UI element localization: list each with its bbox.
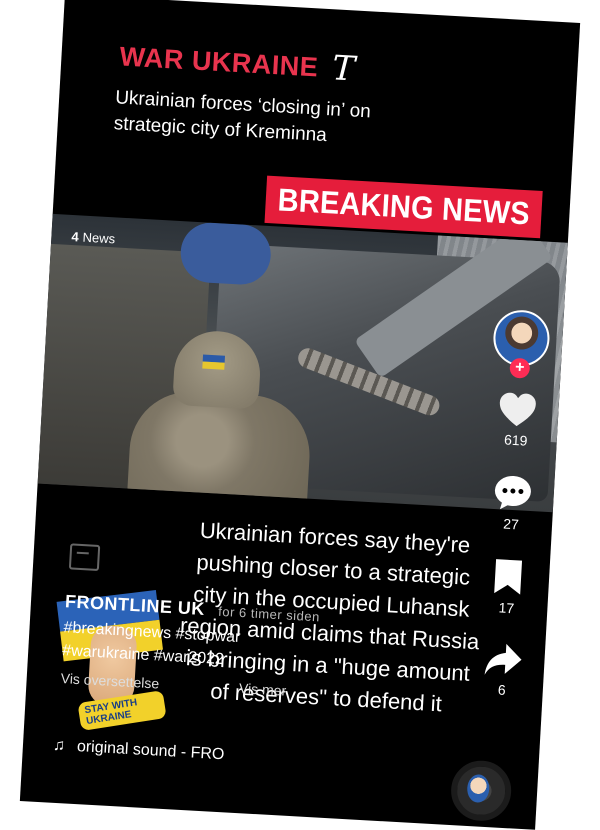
follow-plus-icon[interactable]: + (509, 357, 531, 379)
news-source-tag: 4 News (71, 229, 116, 246)
share-action[interactable]: 6 (466, 640, 539, 700)
captions-icon[interactable] (68, 543, 101, 572)
news-source-label: News (82, 229, 116, 247)
brand-title: WAR UKRAINE (118, 40, 320, 82)
post-time: for 6 timer siden (217, 603, 321, 625)
creator-avatar-wrap[interactable]: + (491, 308, 551, 379)
share-count: 6 (497, 681, 507, 698)
like-count: 619 (503, 431, 528, 449)
video-headline: Ukrainian forces ‘closing in’ on strateg… (113, 87, 372, 147)
channel-4-icon: 4 (71, 228, 80, 245)
video-glove (179, 221, 273, 287)
like-action[interactable]: 619 (480, 390, 553, 450)
bookmark-icon[interactable] (472, 556, 544, 598)
music-note-icon: ♫ (52, 736, 66, 755)
music-disc-icon[interactable] (449, 759, 513, 823)
share-arrow-icon[interactable] (468, 640, 540, 680)
bookmark-action[interactable]: 17 (471, 556, 544, 618)
heart-icon[interactable] (481, 390, 553, 430)
brand-line: WAR UKRAINE T (118, 39, 357, 90)
sound-row[interactable]: ♫ original sound - FRO (52, 736, 225, 765)
comment-action[interactable]: 27 (476, 472, 549, 534)
bookmark-count: 17 (498, 599, 515, 617)
sound-label[interactable]: original sound - FRO (76, 738, 225, 764)
comment-count: 27 (502, 515, 520, 533)
post-info: FRONTLINE UK for 6 timer siden #breaking… (60, 591, 385, 704)
brand-logo-icon: T (331, 48, 357, 90)
phone-screen: WAR UKRAINE T Ukrainian forces ‘closing … (19, 0, 581, 830)
ukraine-flag-patch (202, 354, 226, 370)
disc-avatar (466, 773, 491, 804)
comment-icon[interactable] (477, 472, 549, 514)
see-more-link[interactable]: Vis mer (239, 680, 287, 699)
